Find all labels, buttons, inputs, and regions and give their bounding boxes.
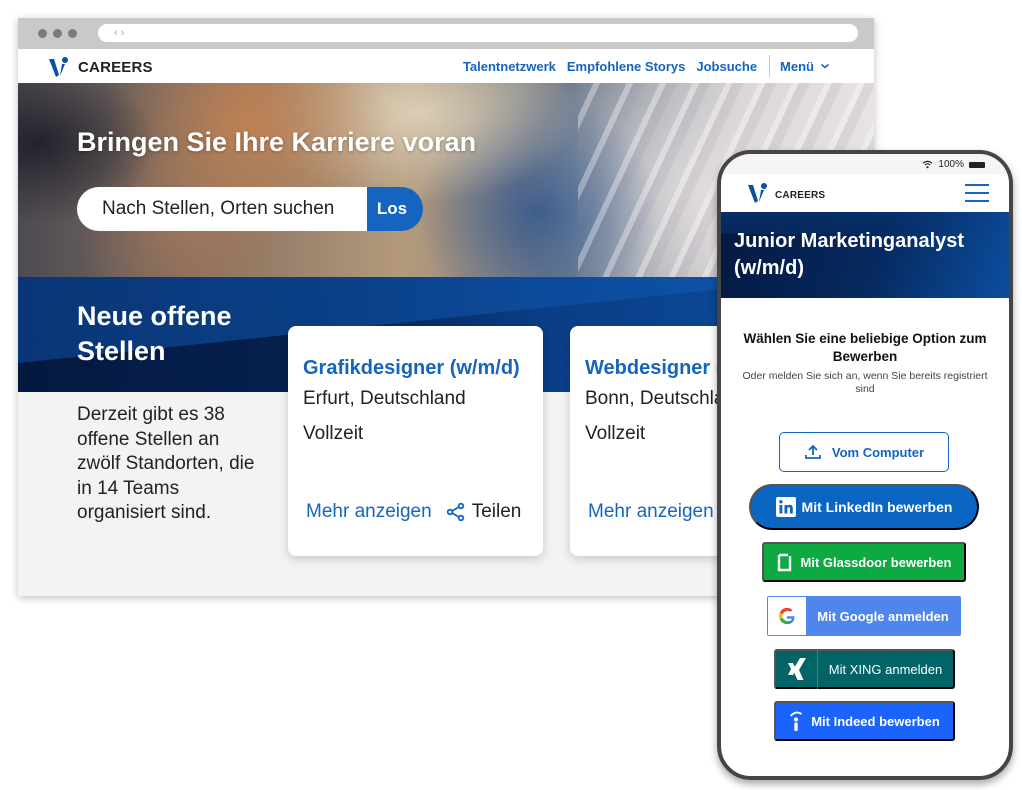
- indeed-icon: [790, 711, 803, 731]
- mobile-phone-frame: 100% CAREERS Junior Marketinganalyst (w/…: [717, 150, 1013, 780]
- job-card[interactable]: Grafikdesigner (w/m/d) Erfurt, Deutschla…: [288, 326, 543, 556]
- apply-indeed-button[interactable]: Mit Indeed bewerben: [774, 701, 955, 741]
- browser-chrome: ‹ ›: [18, 18, 874, 49]
- xing-icon: [787, 658, 806, 680]
- job-type: Vollzeit: [303, 423, 364, 444]
- nav-menu-button[interactable]: Menü: [780, 59, 830, 74]
- linkedin-icon: [775, 497, 796, 517]
- window-dot-close[interactable]: [38, 29, 47, 38]
- nav-divider: [769, 55, 771, 77]
- window-controls: [38, 29, 77, 38]
- job-title-link[interactable]: Grafikdesigner (w/m/d): [303, 354, 529, 382]
- phone-status-bar: 100%: [721, 154, 1009, 174]
- apply-subtext: Oder melden Sie sich an, wenn Sie bereit…: [742, 370, 988, 395]
- share-icon: [446, 502, 464, 522]
- brand-v-logo-icon: [748, 183, 767, 203]
- window-dot-minimize[interactable]: [53, 29, 62, 38]
- upload-icon: [804, 444, 821, 459]
- computer-label: Vom Computer: [831, 444, 925, 460]
- mobile-site-logo[interactable]: CAREERS: [746, 182, 825, 204]
- apply-from-computer-button[interactable]: Vom Computer: [779, 432, 949, 472]
- openings-intro-text: Derzeit gibt es 38 offene Stellen an zwö…: [77, 404, 255, 523]
- job-search-input[interactable]: [77, 187, 367, 231]
- logo-text: CAREERS: [78, 58, 153, 76]
- battery-percent: 100%: [938, 159, 964, 170]
- hamburger-menu-icon[interactable]: [965, 184, 989, 202]
- logo-text: CAREERS: [775, 189, 826, 201]
- chevron-down-icon: [820, 63, 830, 69]
- glassdoor-label: Mit Glassdoor bewerben: [800, 554, 952, 570]
- glassdoor-icon: [777, 553, 791, 572]
- sign-in-google-button[interactable]: Mit Google anmelden: [767, 596, 961, 636]
- window-dot-maximize[interactable]: [68, 29, 77, 38]
- address-bar[interactable]: ‹ ›: [98, 24, 858, 42]
- sign-in-xing-button[interactable]: Mit XING anmelden: [774, 649, 955, 689]
- indeed-label: Mit Indeed bewerben: [811, 713, 940, 729]
- nav-arrows-icon[interactable]: ‹ ›: [114, 27, 124, 39]
- job-location: Erfurt, Deutschland: [303, 388, 466, 409]
- battery-icon: [969, 161, 985, 168]
- mobile-site-header: CAREERS: [721, 174, 1009, 212]
- nav-talentnetzwerk[interactable]: Talentnetzwerk: [463, 59, 556, 74]
- share-label: Teilen: [471, 501, 522, 522]
- hero-title: Bringen Sie Ihre Karriere voran: [77, 127, 477, 157]
- apply-heading: Wählen Sie eine beliebige Option zum Bew…: [743, 331, 987, 364]
- show-more-link[interactable]: Mehr anzeigen: [306, 501, 432, 523]
- apply-linkedin-button[interactable]: Mit LinkedIn bewerben: [749, 484, 979, 530]
- google-label: Mit Google anmelden: [817, 608, 949, 624]
- site-header: CAREERS Talentnetzwerk Empfohlene Storys…: [18, 49, 874, 83]
- nav-empfohlene-storys[interactable]: Empfohlene Storys: [567, 59, 685, 74]
- apply-glassdoor-button[interactable]: Mit Glassdoor bewerben: [762, 542, 966, 582]
- share-button[interactable]: Teilen: [446, 501, 522, 523]
- xing-label: Mit XING anmelden: [828, 661, 943, 677]
- xing-icon-box: [776, 649, 818, 689]
- mobile-job-title: Junior Marketinganalyst (w/m/d): [734, 230, 965, 279]
- menu-label: Menü: [780, 58, 814, 74]
- linkedin-label: Mit LinkedIn bewerben: [801, 499, 953, 515]
- site-logo[interactable]: CAREERS: [48, 56, 153, 78]
- google-icon-box: [768, 597, 806, 635]
- wifi-icon: [923, 160, 933, 169]
- apply-options-section: Wählen Sie eine beliebige Option zum Bew…: [721, 298, 1009, 396]
- mobile-job-hero: Junior Marketinganalyst (w/m/d): [721, 212, 1009, 298]
- search-submit-button[interactable]: Los: [367, 187, 423, 231]
- openings-heading: Neue offene Stellen: [77, 301, 232, 366]
- job-search-form: Los: [77, 187, 423, 231]
- show-more-link[interactable]: Mehr anzeigen: [588, 501, 714, 523]
- nav-jobsuche[interactable]: Jobsuche: [696, 59, 757, 74]
- main-nav: Talentnetzwerk Empfohlene Storys Jobsuch…: [452, 49, 830, 83]
- google-icon: [778, 607, 795, 625]
- brand-v-logo-icon: [49, 57, 68, 77]
- job-card-actions: Mehr anzeigen Teilen: [306, 501, 521, 523]
